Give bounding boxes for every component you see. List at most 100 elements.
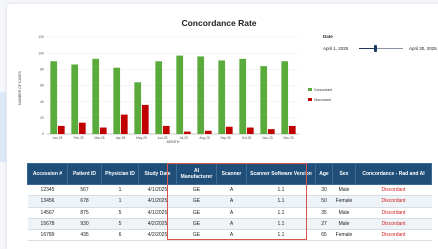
cell-age: 30 xyxy=(315,184,333,197)
col-physician-id[interactable]: Physician ID xyxy=(101,163,139,185)
cell-concordance: Discordant xyxy=(355,195,432,208)
bar-concordant-apr-25 xyxy=(113,67,121,134)
bar-discordant-jul-25 xyxy=(183,131,191,134)
bar-discordant-feb-25 xyxy=(78,122,86,134)
cell-concordance: Discordant xyxy=(355,218,432,231)
bar-discordant-apr-25 xyxy=(120,114,128,134)
y-axis-label: NUMBER OF CASES xyxy=(18,70,22,105)
cell-accession: 13456 xyxy=(27,195,68,208)
cell-accession: 14567 xyxy=(27,207,68,219)
bar-concordant-nov-25 xyxy=(260,66,268,134)
cell-ai-manufacturer: GE xyxy=(176,195,217,208)
cell-study-date: 4/1/2025 xyxy=(138,207,177,219)
col-age[interactable]: Age xyxy=(315,163,333,185)
bar-discordant-jan-25 xyxy=(57,125,65,134)
cell-patient-id: 678 xyxy=(67,195,102,208)
y-tick-label: 60 xyxy=(40,84,44,88)
table-row[interactable]: 15678 930 5 4/2/2025 GE A 1.1 27 Male Di… xyxy=(27,218,432,231)
left-accent xyxy=(0,92,6,162)
y-tick-label: 100 xyxy=(38,51,44,55)
bar-discordant-aug-25 xyxy=(204,130,212,134)
x-tick-label: May-25 xyxy=(136,136,147,140)
cell-patient-id: 435 xyxy=(67,229,102,242)
table-row[interactable]: 14567 875 5 4/1/2025 GE A 1.1 35 Male Di… xyxy=(27,207,432,219)
cell-study-date: 4/2/2025 xyxy=(138,229,177,242)
legend-label-discordant: Discordant xyxy=(314,98,331,102)
col-patient-id[interactable]: Patient ID xyxy=(67,163,102,185)
cell-concordance: Discordant xyxy=(355,207,432,219)
x-tick-label: Jul-25 xyxy=(179,136,188,140)
col-ai-manufacturer[interactable]: AI Manufacturer xyxy=(176,163,217,185)
cell-accession: 16789 xyxy=(27,229,68,242)
y-tick-label: 120 xyxy=(38,35,44,39)
cell-patient-id: 875 xyxy=(67,207,102,219)
col-accession[interactable]: Accession # xyxy=(27,163,68,185)
col-sex[interactable]: Sex xyxy=(332,163,356,185)
date-filter: Date April 1, 2025 April 30, 2025 xyxy=(323,34,438,64)
x-tick-label: Aug-25 xyxy=(199,136,210,140)
chart-title: Concordance Rate xyxy=(181,18,256,28)
table-header-row: Accession # Patient ID Physician ID Stud… xyxy=(27,163,432,185)
cell-sex: Female xyxy=(332,195,356,208)
table-row[interactable]: 13456 678 1 4/1/2025 GE A 1.1 50 Female … xyxy=(27,195,432,208)
cell-physician-id: 5 xyxy=(101,218,139,231)
x-tick-label: Nov-25 xyxy=(262,136,273,140)
cell-patient-id: 567 xyxy=(67,184,102,197)
legend-swatch-discordant xyxy=(308,98,312,101)
bar-discordant-mar-25 xyxy=(99,127,107,134)
bar-discordant-nov-25 xyxy=(267,129,275,134)
bar-concordant-dec-25 xyxy=(281,61,289,134)
concordance-chart: Concordance Rate 0 20 40 60 80 100 120 Jan-25 Fe… xyxy=(18,18,332,144)
col-concordance[interactable]: Concordance - Rad and AI xyxy=(355,163,432,185)
cell-age: 65 xyxy=(315,229,333,242)
cell-scanner: A xyxy=(216,218,247,231)
bar-concordant-jan-25 xyxy=(50,61,58,134)
x-axis-label: MONTH xyxy=(167,140,180,144)
cell-age: 50 xyxy=(315,195,333,208)
cell-physician-id: 1 xyxy=(101,195,139,208)
col-scanner[interactable]: Scanner xyxy=(216,163,247,185)
x-tick-label: Feb-25 xyxy=(73,136,83,140)
cell-scanner: A xyxy=(216,195,247,208)
bar-concordant-oct-25 xyxy=(239,58,247,135)
cell-concordance: Discordant xyxy=(355,229,432,242)
cell-scanner-software: 1.1 xyxy=(246,195,316,208)
col-scanner-software[interactable]: Scanner Software Version xyxy=(246,163,316,185)
cell-ai-manufacturer: GE xyxy=(176,207,217,219)
legend-swatch-concordant xyxy=(308,88,312,91)
bar-concordant-aug-25 xyxy=(197,56,205,134)
legend-label-concordant: Concordant xyxy=(314,88,332,92)
bar-discordant-may-25 xyxy=(141,104,149,134)
cell-patient-id: 930 xyxy=(67,218,102,231)
bar-concordant-mar-25 xyxy=(92,58,100,135)
col-study-date[interactable]: Study Date xyxy=(138,163,177,185)
y-tick-label: 0 xyxy=(42,132,44,136)
cell-age: 35 xyxy=(315,207,333,219)
bar-concordant-may-25 xyxy=(134,82,142,134)
date-slider-start-handle[interactable] xyxy=(374,45,377,52)
bar-concordant-jul-25 xyxy=(176,55,184,134)
y-tick-label: 40 xyxy=(40,100,44,104)
cases-table: Accession # Patient ID Physician ID Stud… xyxy=(27,163,432,242)
cell-scanner-software: 1.1 xyxy=(246,218,316,231)
y-tick-label: 80 xyxy=(40,68,44,72)
cell-scanner-software: 1.1 xyxy=(246,207,316,219)
cell-scanner-software: 1.1 xyxy=(246,229,316,242)
cell-ai-manufacturer: GE xyxy=(176,218,217,231)
cell-ai-manufacturer: GE xyxy=(176,184,217,197)
cell-study-date: 4/1/2025 xyxy=(138,195,177,208)
table-row[interactable]: 16789 435 6 4/2/2025 GE A 1.1 65 Female … xyxy=(27,229,432,242)
cell-accession: 12345 xyxy=(27,184,68,197)
cell-ai-manufacturer: GE xyxy=(176,229,217,242)
x-tick-label: Sep-25 xyxy=(220,136,231,140)
table-row[interactable]: 12345 567 1 4/1/2025 GE A 1.1 30 Male Di… xyxy=(27,184,432,197)
cell-accession: 15678 xyxy=(27,218,68,231)
bar-discordant-sep-25 xyxy=(225,126,233,134)
cell-scanner-software: 1.1 xyxy=(246,184,316,197)
cell-scanner: A xyxy=(216,184,247,197)
cell-concordance: Discordant xyxy=(355,184,432,197)
cell-sex: Male xyxy=(332,218,356,231)
bar-concordant-sep-25 xyxy=(218,60,226,134)
bar-discordant-dec-25 xyxy=(288,125,296,134)
bar-concordant-feb-25 xyxy=(71,64,79,134)
